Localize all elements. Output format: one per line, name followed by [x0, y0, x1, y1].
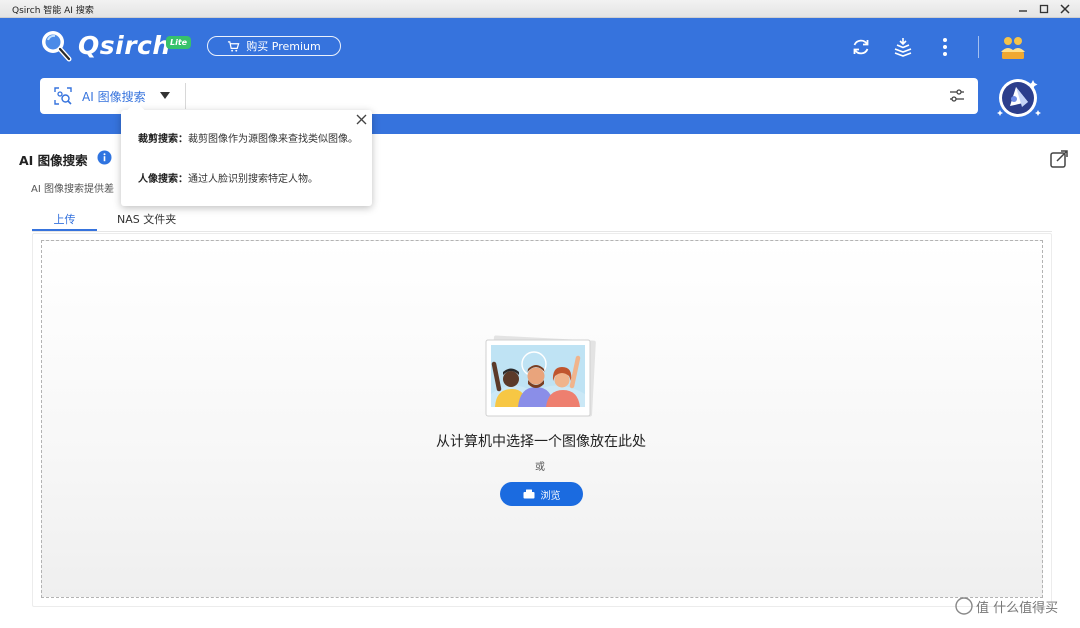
- drop-instruction: 从计算机中选择一个图像放在此处: [436, 434, 646, 450]
- crop-search-key: 裁剪搜索：: [138, 134, 188, 145]
- window-title: Qsirch 智能 AI 搜索: [12, 6, 94, 16]
- page-title: AI 图像搜索: [19, 153, 88, 168]
- face-search-key: 人像搜索：: [138, 174, 188, 185]
- photo-illustration: [485, 335, 596, 417]
- assistant-icon[interactable]: [992, 74, 1044, 122]
- popout-icon[interactable]: [1048, 148, 1070, 170]
- tab-upload[interactable]: 上传: [32, 211, 97, 231]
- tab-nas-folder[interactable]: NAS 文件夹: [117, 211, 176, 231]
- close-icon[interactable]: [356, 114, 367, 125]
- search-mode-dropdown[interactable]: AI 图像搜索: [40, 78, 186, 114]
- face-search-help: 人像搜索：通过人脸识别搜索特定人物。: [138, 172, 318, 188]
- buy-premium-label: 购买 Premium: [246, 40, 321, 53]
- tabs-divider: [32, 231, 1052, 232]
- qsirch-logo-icon: [42, 31, 72, 62]
- tasks-icon[interactable]: [892, 36, 914, 58]
- brand-name: Qsirch: [78, 31, 171, 60]
- minimize-icon[interactable]: [1016, 2, 1030, 16]
- browse-label: 浏览: [540, 490, 561, 502]
- page-description: AI 图像搜索提供差: [31, 184, 114, 195]
- filter-icon[interactable]: [948, 87, 966, 105]
- face-search-text: 通过人脸识别搜索特定人物。: [188, 174, 318, 185]
- watermark: 值 什么值得买: [955, 596, 1058, 616]
- search-mode-tooltip: 裁剪搜索：裁剪图像作为源图像来查找类似图像。 人像搜索：通过人脸识别搜索特定人物…: [121, 101, 372, 206]
- watermark-logo-icon: [955, 597, 973, 615]
- users-icon[interactable]: [998, 32, 1028, 62]
- crop-search-text: 裁剪图像作为源图像来查找类似图像。: [188, 134, 358, 145]
- or-separator: 或: [535, 462, 545, 473]
- header-separator: [978, 36, 979, 58]
- refresh-icon[interactable]: [850, 36, 872, 58]
- watermark-text: 值 什么值得买: [976, 600, 1059, 616]
- image-search-icon: [54, 87, 72, 105]
- window-titlebar: Qsirch 智能 AI 搜索: [0, 0, 1080, 18]
- browse-button[interactable]: 浏览: [500, 482, 583, 506]
- maximize-icon[interactable]: [1037, 2, 1051, 16]
- search-input[interactable]: [192, 82, 932, 110]
- buy-premium-button[interactable]: 购买 Premium: [207, 36, 341, 56]
- close-window-icon[interactable]: [1058, 2, 1072, 16]
- search-bar: AI 图像搜索: [40, 78, 978, 114]
- chevron-down-icon: [160, 92, 170, 99]
- info-icon[interactable]: [97, 150, 112, 165]
- search-divider: [185, 83, 186, 109]
- crop-search-help: 裁剪搜索：裁剪图像作为源图像来查找类似图像。: [138, 132, 358, 148]
- more-icon[interactable]: [934, 36, 956, 58]
- cart-icon: [228, 40, 240, 52]
- lite-badge: Lite: [166, 36, 192, 49]
- upload-icon: [523, 489, 534, 499]
